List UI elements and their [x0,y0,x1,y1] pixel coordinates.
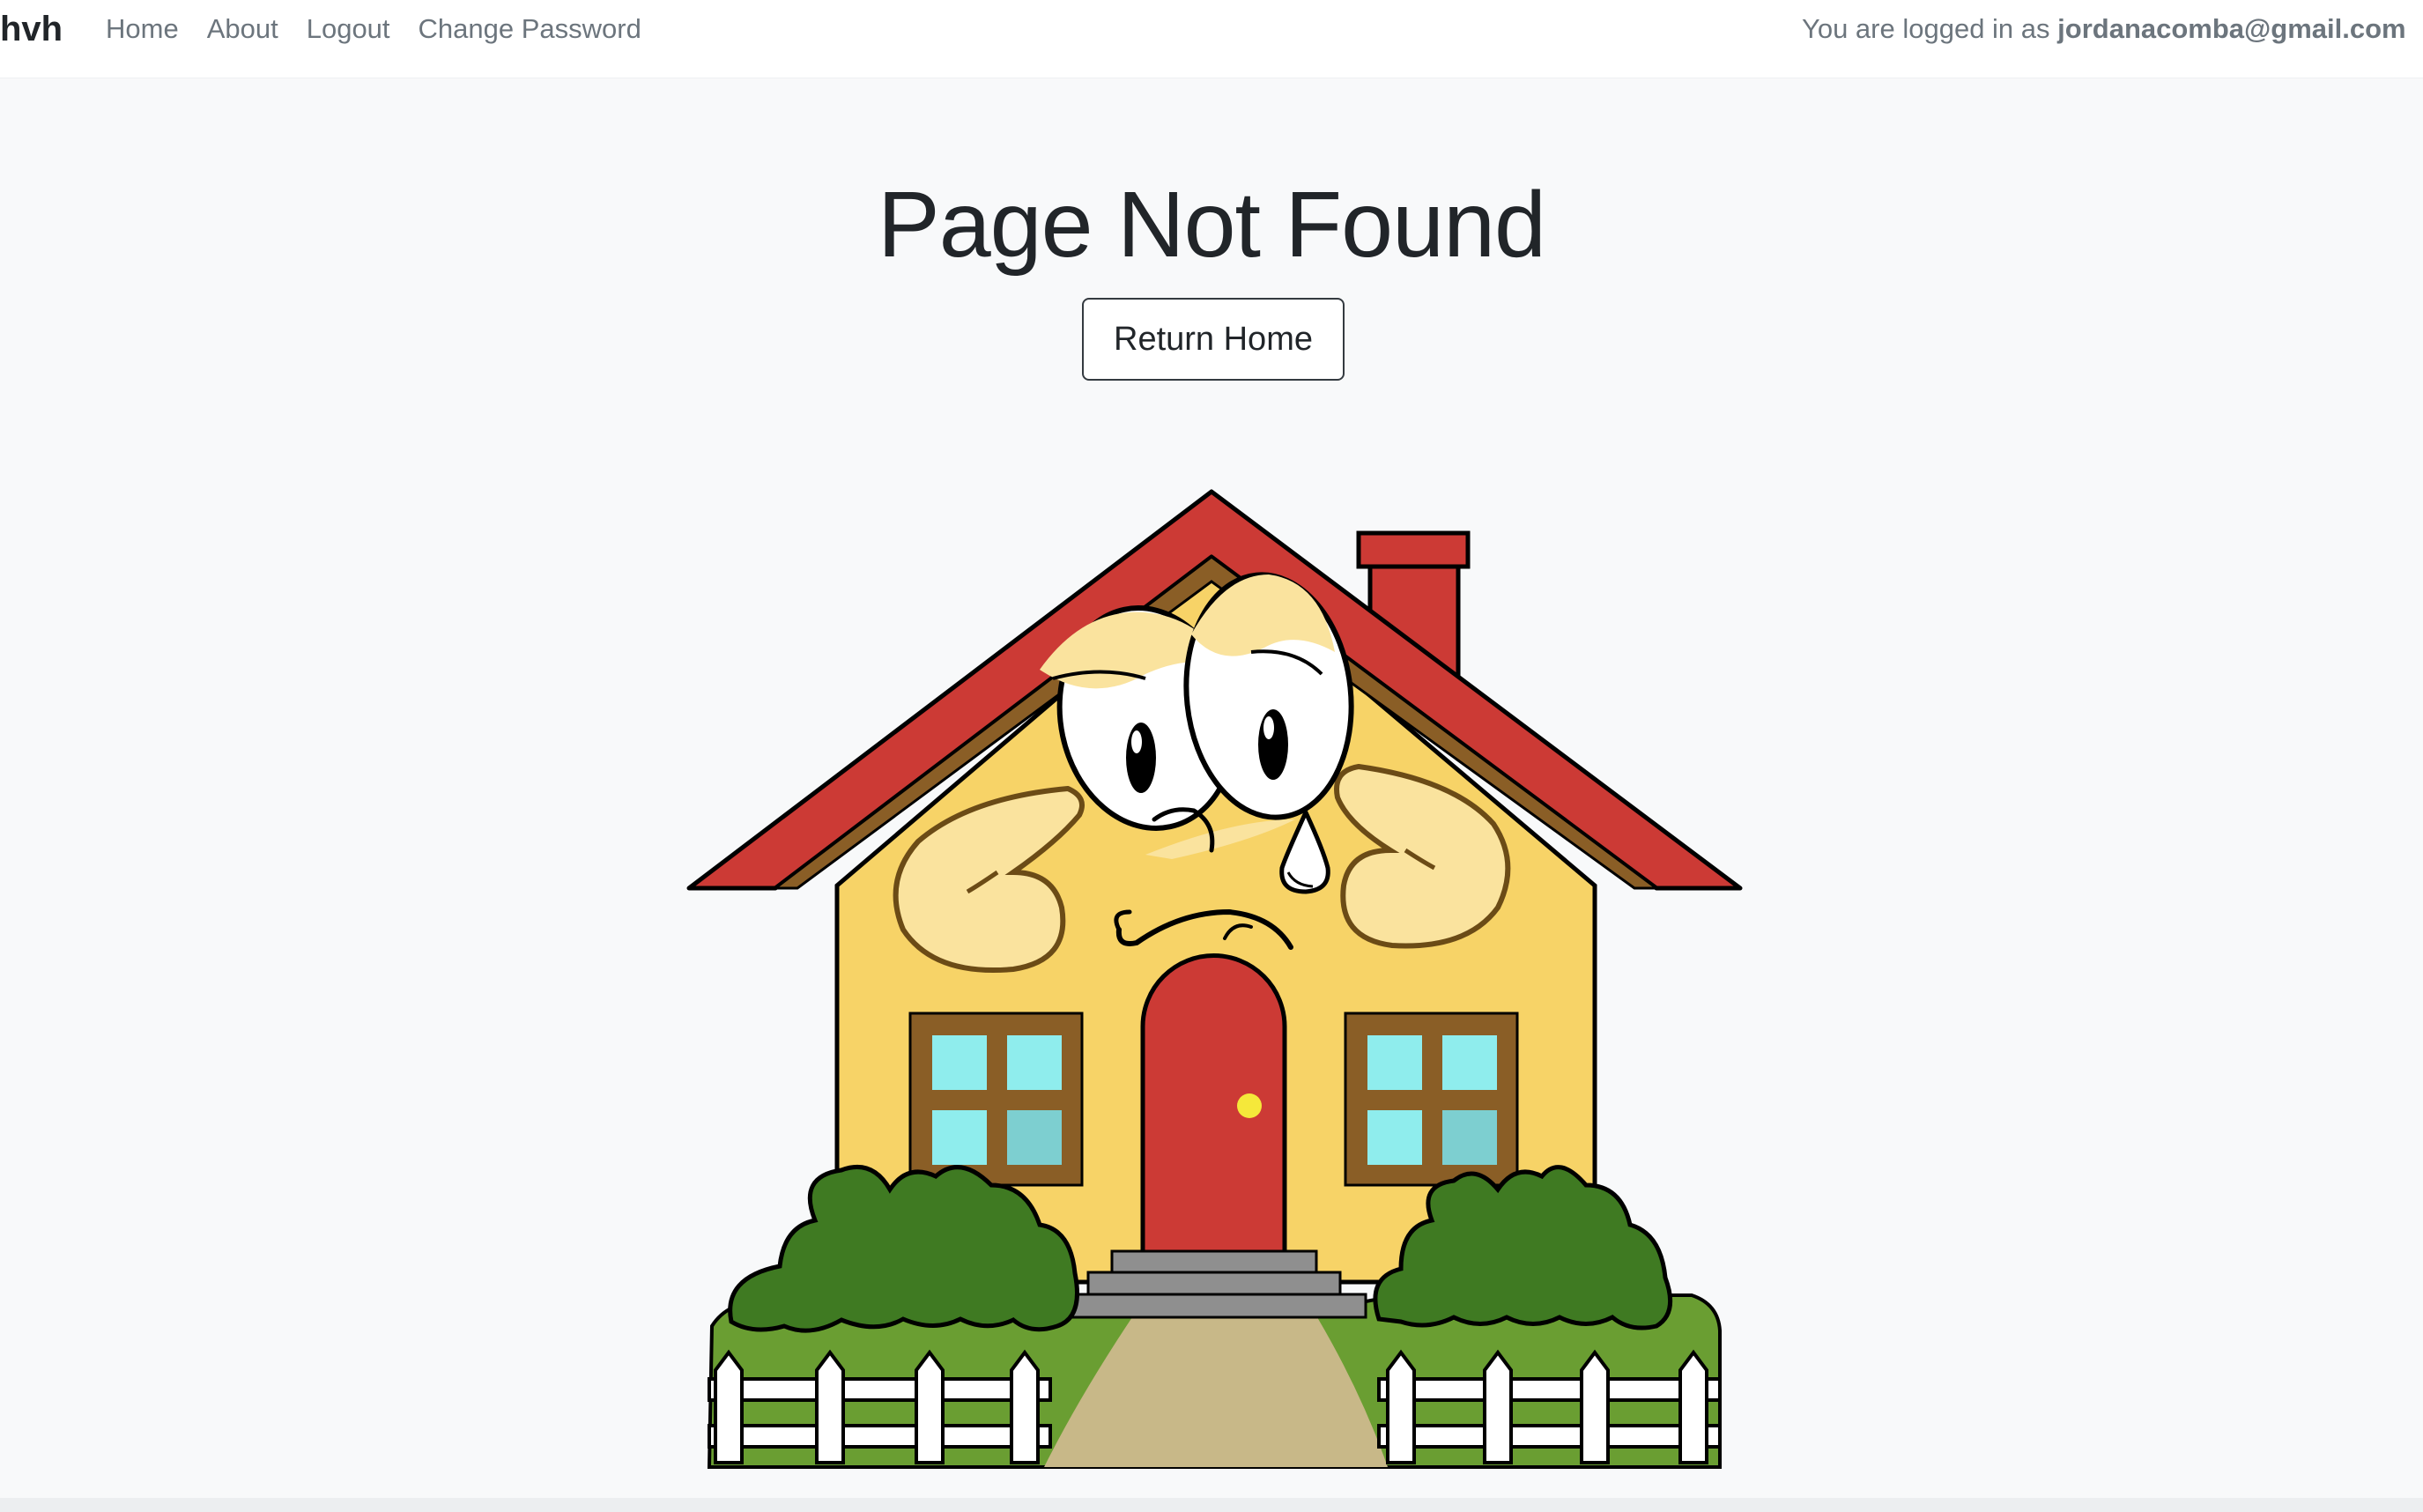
return-home-button[interactable]: Return Home [1082,298,1345,381]
nav-logout-link[interactable]: Logout [307,11,390,47]
navbar: hvh Home About Logout Change Password Yo… [0,0,2423,78]
sad-house-illustration [686,489,1743,1469]
front-door [1140,953,1287,1263]
nav-home-link[interactable]: Home [106,11,179,47]
page-title: Page Not Found [878,173,1546,277]
nav-about-link[interactable]: About [207,11,278,47]
login-status-prefix: You are logged in as [1802,13,2050,44]
page-bottom-edge [0,1498,2423,1512]
left-window [908,1012,1084,1187]
login-status: You are logged in as jordanacomba@gmail.… [1802,11,2406,47]
nav-links: Home About Logout Change Password [106,11,641,47]
brand-logo[interactable]: hvh [0,9,63,49]
right-window [1344,1012,1519,1187]
nav-change-password-link[interactable]: Change Password [419,11,641,47]
login-user-email: jordanacomba@gmail.com [2057,13,2406,44]
